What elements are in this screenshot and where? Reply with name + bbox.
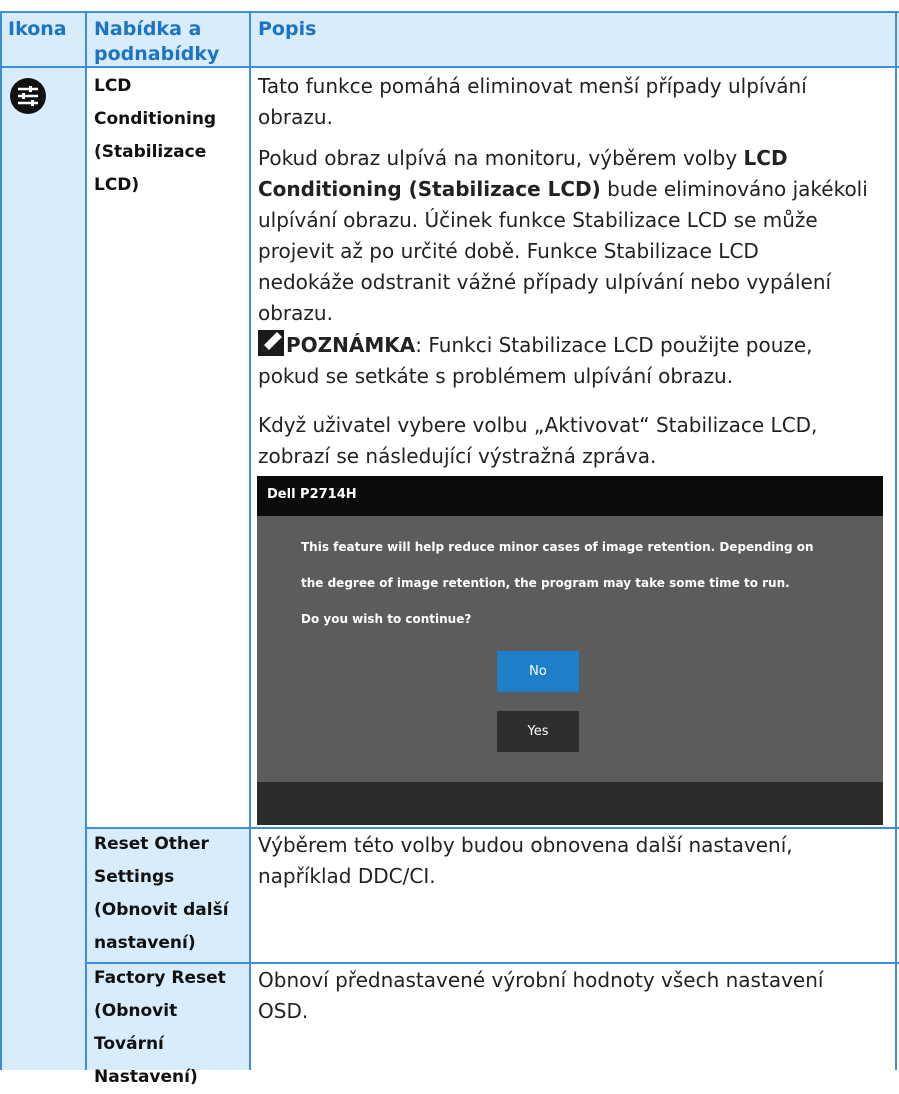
- desc-text: bude eliminováno jakékoli: [600, 177, 868, 201]
- desc-p2: Pokud obraz ulpívá na monitoru, výběrem …: [258, 143, 883, 329]
- warning-dialog: Dell P2714H This feature will help reduc…: [257, 476, 883, 825]
- desc-bold: Conditioning (Stabilizace LCD): [258, 177, 601, 201]
- desc-text: Pokud obraz ulpívá na monitoru, výběrem …: [258, 146, 744, 170]
- desc-line: zobrazí se následující výstražná zpráva.: [258, 444, 657, 468]
- menu-line: LCD: [94, 76, 132, 96]
- col2-border: [249, 11, 251, 1070]
- header-menu-col-line1: Nabídka a: [94, 18, 202, 40]
- header-icon-col: Ikona: [8, 18, 67, 40]
- desc-line: POZNÁMKA: Funkci Stabilizace LCD použijt…: [258, 330, 883, 361]
- desc-line: Conditioning (Stabilizace LCD) bude elim…: [258, 174, 883, 205]
- top-border: [0, 11, 899, 13]
- menu-line: (Stabilizace: [94, 142, 207, 162]
- menu-line: nastavení): [94, 933, 196, 953]
- desc-line: projevit až po určité době. Funkce Stabi…: [258, 239, 759, 263]
- desc-p1: Tato funkce pomáhá eliminovat menší příp…: [258, 71, 883, 133]
- menu-line: Reset Other: [94, 834, 209, 854]
- desc-factory-reset: Obnoví přednastavené výrobní hodnoty vše…: [258, 965, 883, 1027]
- note-text: : Funkci Stabilizace LCD použijte pouze,: [415, 333, 813, 357]
- desc-bold: LCD: [743, 146, 788, 170]
- desc-line: Obnoví přednastavené výrobní hodnoty vše…: [258, 968, 824, 992]
- left-border: [0, 11, 2, 1070]
- menu-line: LCD): [94, 175, 140, 195]
- menu-line: (Obnovit: [94, 1001, 178, 1021]
- desc-line: obrazu.: [258, 301, 333, 325]
- desc-line: ulpívání obrazu. Účinek funkce Stabiliza…: [258, 208, 818, 232]
- menu-line: Factory Reset: [94, 968, 226, 988]
- desc-note: POZNÁMKA: Funkci Stabilizace LCD použijt…: [258, 330, 883, 392]
- menu-reset-other-settings: Reset Other Settings (Obnovit další nast…: [94, 828, 229, 960]
- dialog-message-line: Do you wish to continue?: [301, 612, 472, 626]
- note-label: POZNÁMKA: [286, 333, 416, 357]
- menu-factory-reset: Factory Reset (Obnovit Tovární Nastavení…: [94, 962, 226, 1094]
- desc-line: OSD.: [258, 999, 309, 1023]
- menu-line: Nastavení): [94, 1067, 198, 1087]
- desc-line: Když uživatel vybere volbu „Aktivovat“ S…: [258, 413, 818, 437]
- dialog-titlebar: Dell P2714H: [257, 476, 883, 516]
- right-border: [895, 11, 897, 1070]
- col1-border: [85, 11, 87, 1070]
- desc-line: Pokud obraz ulpívá na monitoru, výběrem …: [258, 143, 883, 174]
- header-menu-col-line2: podnabídky: [94, 43, 220, 65]
- pencil-note-icon: [258, 330, 286, 356]
- desc-line: Tato funkce pomáhá eliminovat menší příp…: [258, 74, 807, 98]
- header-desc-col: Popis: [258, 18, 317, 40]
- desc-line: pokud se setkáte s problémem ulpívání ob…: [258, 364, 734, 388]
- desc-p3: Když uživatel vybere volbu „Aktivovat“ S…: [258, 410, 883, 472]
- menu-line: (Obnovit další: [94, 900, 229, 920]
- header-border: [0, 66, 899, 68]
- yes-button[interactable]: Yes: [497, 711, 579, 752]
- desc-line: Výběrem této volby budou obnovena další …: [258, 833, 793, 857]
- dialog-title: Dell P2714H: [267, 487, 357, 502]
- menu-line: Tovární: [94, 1034, 164, 1054]
- menu-lcd-conditioning: LCD Conditioning (Stabilizace LCD): [94, 70, 216, 202]
- desc-reset-other: Výběrem této volby budou obnovena další …: [258, 830, 883, 892]
- dialog-footer: [257, 782, 883, 825]
- desc-line: například DDC/CI.: [258, 864, 436, 888]
- desc-line: nedokáže odstranit vážné případy ulpíván…: [258, 270, 832, 294]
- menu-line: Conditioning: [94, 109, 217, 129]
- dialog-message-line: the degree of image retention, the progr…: [301, 576, 790, 590]
- no-button[interactable]: No: [497, 651, 579, 692]
- icon-cell-bg: [0, 67, 86, 1070]
- menu-line: Settings: [94, 867, 175, 887]
- dialog-message-line: This feature will help reduce minor case…: [301, 540, 814, 554]
- desc-line: obrazu.: [258, 105, 333, 129]
- sliders-icon: [10, 78, 46, 114]
